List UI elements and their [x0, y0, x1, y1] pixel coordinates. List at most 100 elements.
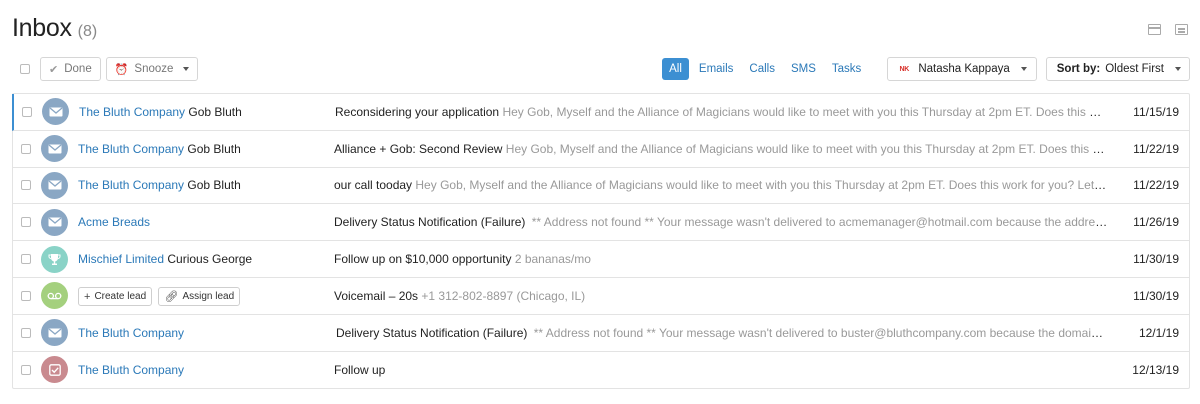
- card-view-icon[interactable]: [1175, 24, 1188, 35]
- filter-calls[interactable]: Calls: [743, 58, 781, 80]
- checkmark-icon: ✔: [49, 63, 59, 76]
- row-checkbox[interactable]: [21, 364, 31, 375]
- contact: Acme Breads: [78, 215, 150, 229]
- message-subject: Delivery Status Notification (Failure): [336, 325, 528, 340]
- message-subject: Alliance + Gob: Second Review: [334, 141, 503, 156]
- chevron-down-icon: [183, 67, 190, 71]
- message-preview: Hey Gob, Myself and the Alliance of Magi…: [505, 141, 1109, 156]
- list-item[interactable]: Mischief Limited Curious George Follow u…: [13, 241, 1189, 278]
- list-item[interactable]: The Bluth Company Gob Bluth our call too…: [13, 168, 1189, 205]
- list-item[interactable]: The Bluth Company Delivery Status Notifi…: [13, 315, 1189, 352]
- list-item[interactable]: + Create lead 🔗︎ Assign lead Voicemail –…: [13, 278, 1189, 315]
- done-label: Done: [64, 63, 92, 75]
- row-date: 12/1/19: [1138, 325, 1179, 340]
- activity-filters: All Emails Calls SMS Tasks NK Natasha Ka…: [662, 57, 1190, 81]
- company-link[interactable]: The Bluth Company: [78, 142, 184, 156]
- company-link[interactable]: The Bluth Company: [78, 178, 184, 192]
- page-title: Inbox: [12, 14, 72, 42]
- snooze-button[interactable]: ⏰ Snooze: [105, 57, 199, 81]
- row-checkbox[interactable]: [21, 327, 31, 338]
- message-summary: Delivery Status Notification (Failure) *…: [334, 215, 1109, 229]
- message-summary: Reconsidering your application Hey Gob, …: [335, 105, 1109, 119]
- contact: The Bluth Company Gob Bluth: [78, 178, 241, 192]
- assign-lead-button[interactable]: 🔗︎ Assign lead: [158, 286, 241, 306]
- contact-name[interactable]: Curious George: [167, 252, 252, 266]
- trophy-icon: [41, 245, 68, 273]
- page-header: Inbox (8): [12, 14, 97, 43]
- row-date: 11/30/19: [1133, 252, 1179, 267]
- link-icon: 🔗︎: [164, 290, 179, 303]
- row-checkbox[interactable]: [21, 180, 31, 191]
- email-icon: [41, 208, 68, 236]
- contact-name[interactable]: Gob Bluth: [188, 105, 241, 119]
- message-summary: Voicemail – 20s +1 312-802-8897 (Chicago…: [334, 289, 1109, 303]
- company-link[interactable]: The Bluth Company: [78, 363, 184, 377]
- company-link[interactable]: Mischief Limited: [78, 252, 164, 266]
- message-summary: Delivery Status Notification (Failure) *…: [336, 326, 1109, 340]
- plus-icon: +: [84, 290, 91, 303]
- contact: The Bluth Company: [78, 326, 184, 340]
- select-all-checkbox[interactable]: [20, 64, 30, 74]
- row-date: 11/15/19: [1133, 104, 1179, 119]
- message-summary: Follow up on $10,000 opportunity 2 banan…: [334, 252, 1109, 266]
- row-checkbox[interactable]: [21, 217, 31, 228]
- email-icon: [42, 98, 69, 126]
- row-checkbox[interactable]: [21, 254, 31, 265]
- list-item[interactable]: The Bluth Company Gob Bluth Alliance + G…: [13, 131, 1189, 168]
- message-preview: ** Address not found ** Your message was…: [531, 215, 1109, 230]
- company-link[interactable]: Acme Breads: [78, 215, 150, 229]
- row-checkbox[interactable]: [22, 106, 32, 117]
- list-item[interactable]: The Bluth Company Gob Bluth Reconsiderin…: [12, 94, 1189, 131]
- contact-name[interactable]: Gob Bluth: [187, 142, 240, 156]
- email-icon: [41, 319, 68, 347]
- owner-name: Natasha Kappaya: [918, 63, 1010, 75]
- calendar-icon[interactable]: [1148, 24, 1161, 35]
- chevron-down-icon: [1175, 67, 1181, 71]
- row-checkbox[interactable]: [21, 290, 31, 301]
- alarm-clock-icon: ⏰: [114, 63, 129, 76]
- message-subject: Follow up: [334, 362, 386, 377]
- sort-prefix: Sort by:: [1056, 63, 1101, 75]
- view-switcher: [1148, 24, 1188, 35]
- assign-lead-label: Assign lead: [182, 290, 235, 302]
- lead-actions: + Create lead 🔗︎ Assign lead: [78, 286, 243, 307]
- message-preview: Hey Gob, Myself and the Alliance of Magi…: [415, 178, 1109, 193]
- owner-dropdown[interactable]: NK Natasha Kappaya: [887, 57, 1037, 81]
- company-link[interactable]: The Bluth Company: [78, 326, 184, 340]
- snooze-label: Snooze: [134, 63, 174, 75]
- row-checkbox[interactable]: [21, 143, 31, 154]
- message-subject: Delivery Status Notification (Failure): [334, 215, 526, 230]
- row-date: 11/22/19: [1133, 178, 1179, 193]
- message-summary: Alliance + Gob: Second Review Hey Gob, M…: [334, 142, 1109, 156]
- filter-emails[interactable]: Emails: [693, 58, 740, 80]
- create-lead-label: Create lead: [94, 291, 147, 303]
- row-date: 11/22/19: [1133, 141, 1179, 156]
- row-date: 12/13/19: [1132, 362, 1179, 377]
- list-item[interactable]: The Bluth Company Follow up 12/13/19: [13, 352, 1189, 389]
- contact-name[interactable]: Gob Bluth: [187, 178, 240, 192]
- message-summary: Follow up: [334, 363, 1109, 377]
- message-preview: Hey Gob, Myself and the Alliance of Magi…: [502, 104, 1109, 119]
- task-icon: [41, 356, 68, 384]
- filter-all[interactable]: All: [662, 58, 689, 80]
- message-subject: Reconsidering your application: [335, 104, 500, 119]
- list-item[interactable]: Acme Breads Delivery Status Notification…: [13, 204, 1189, 242]
- done-button[interactable]: ✔ Done: [40, 57, 101, 81]
- create-lead-button[interactable]: + Create lead: [78, 287, 153, 307]
- inbox-count: (8): [77, 23, 98, 40]
- message-subject: our call tooday: [334, 178, 413, 193]
- contact: Mischief Limited Curious George: [78, 252, 252, 266]
- contact: The Bluth Company Gob Bluth: [79, 105, 242, 119]
- sort-dropdown[interactable]: Sort by: Oldest First: [1045, 57, 1190, 81]
- toolbar: ✔ Done ⏰ Snooze All Emails Calls SMS Tas…: [12, 56, 1190, 82]
- email-icon: [41, 171, 68, 199]
- company-link[interactable]: The Bluth Company: [79, 105, 185, 119]
- row-date: 11/26/19: [1133, 215, 1179, 230]
- sort-value: Oldest First: [1105, 63, 1164, 75]
- email-icon: [41, 135, 68, 163]
- row-date: 11/30/19: [1133, 288, 1179, 303]
- filter-tasks[interactable]: Tasks: [826, 58, 867, 80]
- user-avatar: NK: [897, 63, 912, 75]
- message-subject: Voicemail – 20s: [334, 288, 419, 303]
- filter-sms[interactable]: SMS: [785, 58, 822, 80]
